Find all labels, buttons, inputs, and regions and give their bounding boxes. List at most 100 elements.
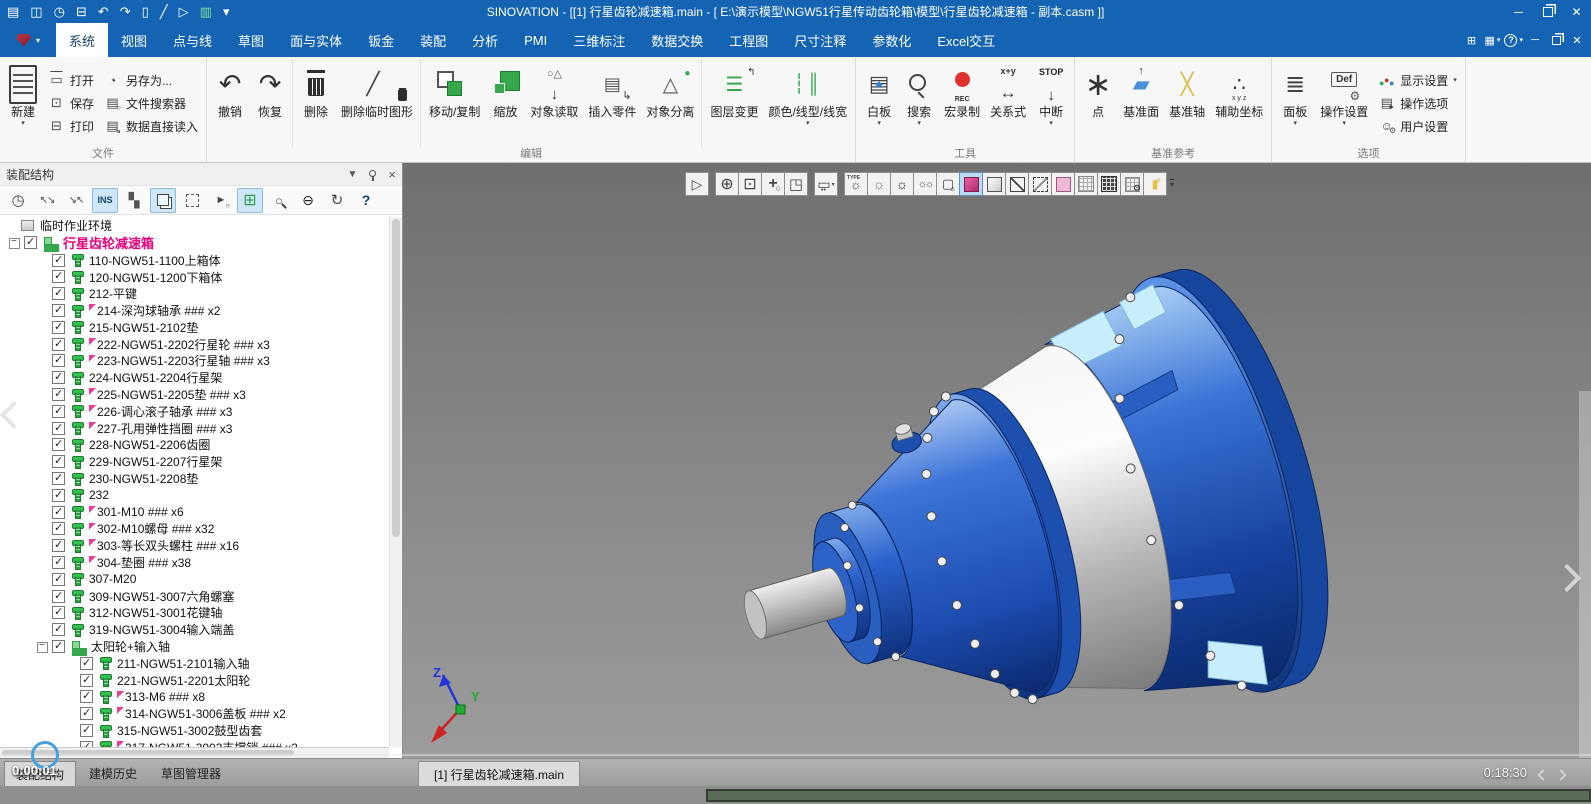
tree-checkbox[interactable] bbox=[52, 472, 65, 485]
ribbon-button[interactable]: 缩放 ▾ bbox=[485, 59, 525, 147]
menu-tab[interactable]: 工程图 bbox=[716, 23, 781, 57]
play-icon[interactable]: ▷ bbox=[179, 5, 189, 18]
ribbon-small-button[interactable]: 打印 ▾ bbox=[48, 118, 94, 135]
tree-checkbox[interactable] bbox=[52, 590, 65, 603]
zoom-in-button[interactable] bbox=[266, 188, 292, 213]
tree-row[interactable]: 临时作业环境 bbox=[0, 217, 402, 234]
tree-checkbox[interactable] bbox=[52, 371, 65, 384]
print-icon[interactable]: ⊟ bbox=[76, 5, 87, 18]
menu-tab[interactable]: 视图 bbox=[108, 23, 160, 57]
tree-row[interactable]: 223-NGW51-2203行星轴 ### x3 bbox=[0, 353, 402, 370]
ribbon-button[interactable]: 移动/复制 ▾ bbox=[420, 59, 485, 147]
tree-checkbox[interactable] bbox=[52, 354, 65, 367]
ribbon-button[interactable]: 对象读取 ▾ bbox=[525, 59, 583, 147]
tree-row[interactable]: 315-NGW51-3002鼓型齿套 bbox=[0, 722, 402, 739]
tree-checkbox[interactable] bbox=[24, 236, 37, 249]
ribbon-button[interactable]: 面板 ▾ bbox=[1275, 59, 1315, 147]
tree-row[interactable]: 319-NGW51-3004输入端盖 bbox=[0, 621, 402, 638]
ribbon-small-button[interactable]: 打开 ▾ bbox=[48, 72, 94, 89]
bolt-grid-button[interactable] bbox=[237, 188, 263, 213]
ribbon-button[interactable]: 删除 ▾ bbox=[292, 59, 336, 147]
ribbon-small-button[interactable]: 显示设置 ▾ bbox=[1378, 72, 1457, 89]
tree-checkbox[interactable] bbox=[52, 623, 65, 636]
tree-checkbox[interactable] bbox=[52, 573, 65, 586]
tree-checkbox[interactable] bbox=[52, 556, 65, 569]
insert-mode-button[interactable] bbox=[92, 188, 118, 213]
model-3d-gear-reducer[interactable] bbox=[403, 163, 1591, 758]
render-style-button[interactable]: ▾ bbox=[814, 172, 838, 196]
ribbon-button[interactable]: 图层变更 ▾ bbox=[701, 59, 763, 147]
delete-icon[interactable]: ▯ bbox=[142, 5, 149, 18]
ribbon-small-button[interactable]: 另存为... ▾ bbox=[104, 72, 198, 89]
hidden-line-mode-button[interactable]: ▾ bbox=[1028, 172, 1052, 196]
history-clock-button[interactable] bbox=[5, 188, 31, 213]
tree-row[interactable]: 214-深沟球轴承 ### x2 bbox=[0, 302, 402, 319]
measure-icon[interactable]: ╱ bbox=[160, 5, 168, 18]
step-forward-icon[interactable] bbox=[1555, 769, 1566, 780]
tree-checkbox[interactable] bbox=[80, 657, 93, 670]
tree-row[interactable]: 312-NGW51-3001花键轴 bbox=[0, 605, 402, 622]
tree-row[interactable]: 215-NGW51-2102垫 bbox=[0, 319, 402, 336]
object-light-button[interactable]: ▾ bbox=[936, 172, 960, 196]
new-document-icon[interactable]: ▤ bbox=[7, 5, 19, 18]
transparent-mode-button[interactable]: ▾ bbox=[1051, 172, 1075, 196]
tree-checkbox[interactable] bbox=[52, 270, 65, 283]
tree-row[interactable]: 225-NGW51-2205垫 ### x3 bbox=[0, 386, 402, 403]
close-button[interactable]: ✕ bbox=[1562, 0, 1591, 23]
tree-checkbox[interactable] bbox=[80, 690, 93, 703]
tree-row[interactable]: 313-M6 ### x8 bbox=[0, 689, 402, 706]
panel-tab[interactable]: 建模历史 bbox=[78, 761, 148, 787]
shaded-mode-button[interactable]: ▾ bbox=[959, 172, 983, 196]
grid-dark-button[interactable]: ▾ bbox=[1097, 172, 1121, 196]
light-on-button[interactable]: ▾ bbox=[867, 172, 891, 196]
help-button[interactable] bbox=[353, 188, 379, 213]
view-orientation-button[interactable]: ▾ bbox=[784, 172, 808, 196]
lamp-button[interactable]: ▾ bbox=[1143, 172, 1167, 196]
menu-tab[interactable]: 点与线 bbox=[160, 23, 225, 57]
tree-checkbox[interactable] bbox=[52, 338, 65, 351]
ribbon-button[interactable]: 恢复 ▾ bbox=[250, 59, 290, 147]
tree-row[interactable]: 221-NGW51-2201太阳轮 bbox=[0, 672, 402, 689]
window-layout-icon[interactable]: ▦▾ bbox=[1483, 30, 1501, 50]
menu-tab[interactable]: 草图 bbox=[225, 23, 277, 57]
pick-search-button[interactable] bbox=[208, 188, 234, 213]
tree-row[interactable]: 224-NGW51-2204行星架 bbox=[0, 369, 402, 386]
ribbon-button[interactable]: 点 ▾ bbox=[1078, 59, 1118, 147]
tree-row[interactable]: 太阳轮+输入轴 bbox=[0, 638, 402, 655]
expand-all-button[interactable] bbox=[34, 188, 60, 213]
tree-row[interactable]: 309-NGW51-3007六角螺塞 bbox=[0, 588, 402, 605]
ribbon-button[interactable]: 撤销 ▾ bbox=[210, 59, 250, 147]
ribbon-small-button[interactable]: 数据直接读入 ▾ bbox=[104, 118, 198, 135]
panel-close-icon[interactable]: × bbox=[388, 167, 396, 182]
ribbon-small-button[interactable]: 操作选项 ▾ bbox=[1378, 95, 1457, 112]
ribbon-small-button[interactable]: 用户设置 ▾ bbox=[1378, 118, 1457, 135]
document-tab[interactable]: [1] 行星齿轮减速箱.main bbox=[418, 761, 580, 787]
ribbon-small-button[interactable]: 文件搜索器 ▾ bbox=[104, 95, 198, 112]
ribbon-button[interactable]: 宏录制 ▾ bbox=[939, 59, 985, 147]
ribbon-button[interactable]: 关系式 ▾ bbox=[985, 59, 1031, 147]
columns-icon[interactable]: ▥ bbox=[200, 5, 212, 18]
tree-checkbox[interactable] bbox=[52, 321, 65, 334]
orbit-button[interactable]: ▾ bbox=[761, 172, 785, 196]
tree-row[interactable]: 222-NGW51-2202行星轮 ### x3 bbox=[0, 336, 402, 353]
step-back-icon[interactable] bbox=[1537, 769, 1548, 780]
tree-row[interactable]: 行星齿轮减速箱 bbox=[0, 234, 402, 252]
tree-row[interactable]: 211-NGW51-2101输入轴 bbox=[0, 655, 402, 672]
grid-light-button[interactable]: ▾ bbox=[1074, 172, 1098, 196]
ribbon-button[interactable]: 基准面 ▾ bbox=[1118, 59, 1164, 147]
menu-tab[interactable]: 面与实体 bbox=[277, 23, 355, 57]
tree-row[interactable]: 302-M10螺母 ### x32 bbox=[0, 521, 402, 538]
select-region-button[interactable] bbox=[179, 188, 205, 213]
tree-checkbox[interactable] bbox=[52, 422, 65, 435]
refresh-button[interactable] bbox=[324, 188, 350, 213]
light-off-button[interactable]: ▾ bbox=[890, 172, 914, 196]
ribbon-button[interactable]: 搜索 ▾ bbox=[899, 59, 939, 147]
menu-tab[interactable]: PMI bbox=[511, 23, 560, 57]
ribbon-button[interactable]: 辅助坐标 ▾ bbox=[1210, 59, 1268, 147]
tree-checkbox[interactable] bbox=[52, 455, 65, 468]
tree-row[interactable]: 226-调心滚子轴承 ### x3 bbox=[0, 403, 402, 420]
menu-tab[interactable]: 分析 bbox=[459, 23, 511, 57]
ribbon-button[interactable]: 颜色/线型/线宽 ▾ bbox=[763, 59, 852, 147]
tree-checkbox[interactable] bbox=[52, 606, 65, 619]
menu-tab[interactable]: 参数化 bbox=[859, 23, 924, 57]
